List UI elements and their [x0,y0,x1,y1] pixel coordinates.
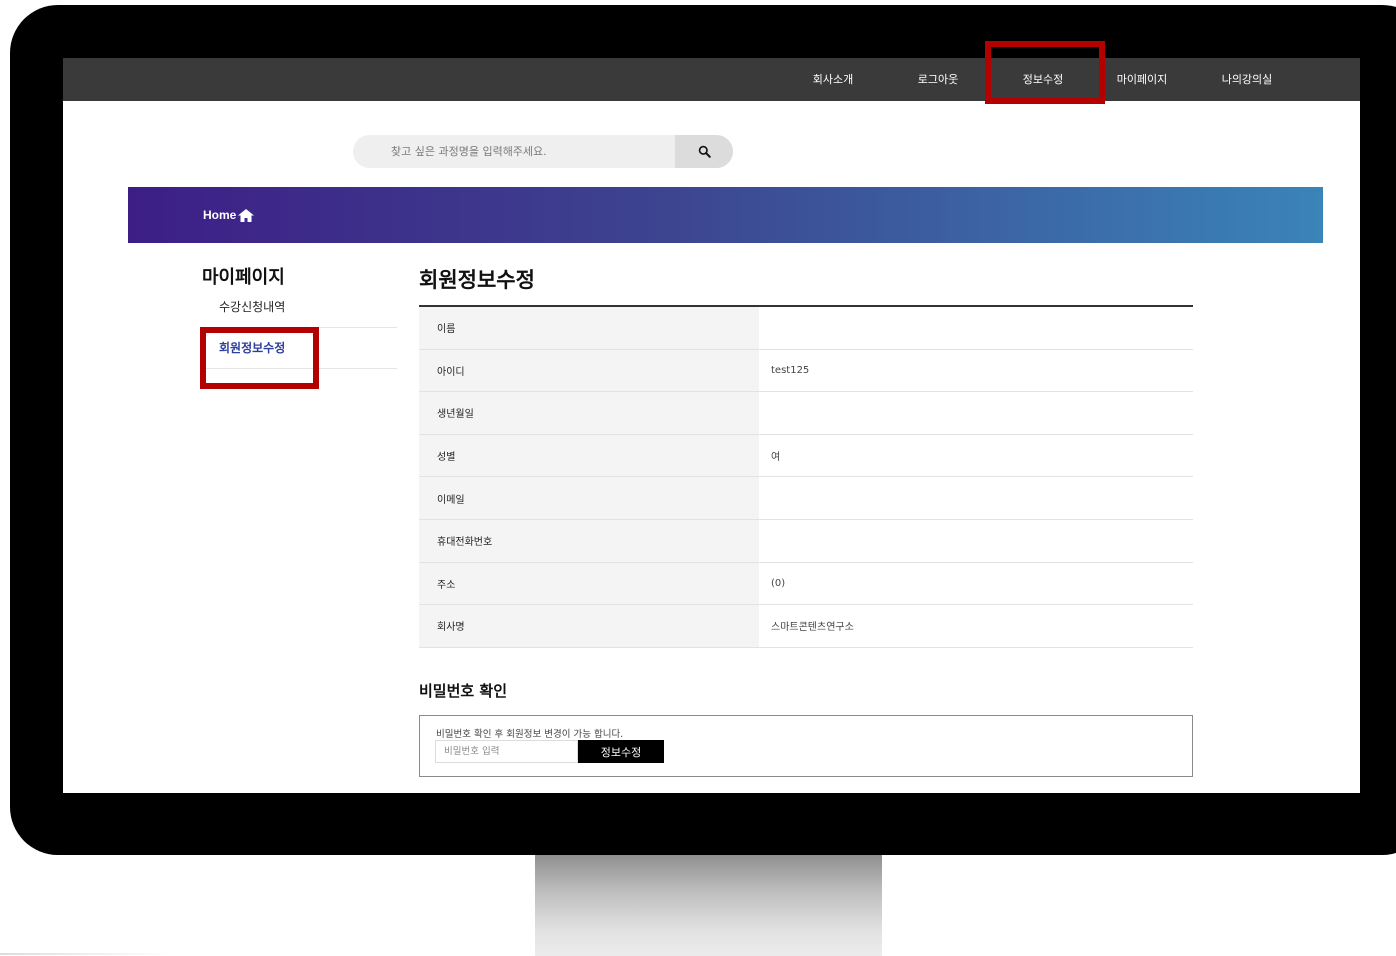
table-row: 주소 (0) [419,562,1193,606]
page-banner: Home [128,187,1323,243]
monitor-stand [535,855,882,956]
top-nav: 회사소개 로그아웃 정보수정 마이페이지 나의강의실 [63,58,1360,101]
table-row: 이름 [419,307,1193,350]
page-title: 회원정보수정 [419,268,535,292]
row-label: 주소 [419,562,759,605]
nav-item-logout[interactable]: 로그아웃 [918,58,958,101]
home-label: Home [203,208,237,222]
sidebar-item-edit-member-info[interactable]: 회원정보수정 [202,328,397,369]
password-check-title: 비밀번호 확인 [419,682,508,700]
nav-item-company[interactable]: 회사소개 [813,58,853,101]
nav-item-edit-info[interactable]: 정보수정 [1023,58,1063,101]
sidebar-item-enrollment-history[interactable]: 수강신청내역 [202,287,397,328]
home-icon [238,208,255,222]
table-row: 아이디 test125 [419,349,1193,393]
row-value [759,477,1193,519]
row-value [759,392,1193,434]
password-check-note: 비밀번호 확인 후 회원정보 변경이 가능 합니다. [436,729,624,740]
row-value: (0) [771,577,786,589]
edit-info-submit-button[interactable]: 정보수정 [578,740,664,763]
row-value [759,307,1193,349]
table-row: 회사명 스마트콘텐츠연구소 [419,605,1193,648]
row-label: 성별 [419,434,759,477]
screen: 회사소개 로그아웃 정보수정 마이페이지 나의강의실 Home 마이페이지 수강… [63,58,1360,793]
row-label: 이메일 [419,477,759,519]
search-input[interactable] [353,135,675,168]
floor-shadow [0,953,170,955]
breadcrumb-home[interactable]: Home [203,187,255,243]
row-label: 회사명 [419,605,759,647]
member-info-table: 이름 아이디 test125 생년월일 성별 여 이메일 휴대전화번호 주소 (… [419,305,1193,648]
nav-item-my-classroom[interactable]: 나의강의실 [1222,58,1273,101]
row-value: 스마트콘텐츠연구소 [771,622,854,634]
row-label: 휴대전화번호 [419,519,759,562]
sidebar-item-label: 수강신청내역 [219,300,286,314]
nav-item-mypage[interactable]: 마이페이지 [1117,58,1168,101]
sidebar-title: 마이페이지 [202,267,285,288]
row-value [759,520,1193,562]
table-row: 성별 여 [419,434,1193,478]
row-value: 여 [771,452,781,464]
table-row: 생년월일 [419,392,1193,435]
sidebar-item-label: 회원정보수정 [219,341,286,355]
search-bar [353,135,733,168]
table-row: 이메일 [419,477,1193,520]
search-button[interactable] [675,135,733,168]
table-row: 휴대전화번호 [419,519,1193,563]
row-label: 아이디 [419,349,759,392]
search-icon [698,145,711,158]
row-value: test125 [771,364,810,376]
password-input[interactable] [435,740,578,763]
password-check-box: 비밀번호 확인 후 회원정보 변경이 가능 합니다. 정보수정 [419,715,1193,777]
row-label: 이름 [419,307,759,349]
row-label: 생년월일 [419,392,759,434]
